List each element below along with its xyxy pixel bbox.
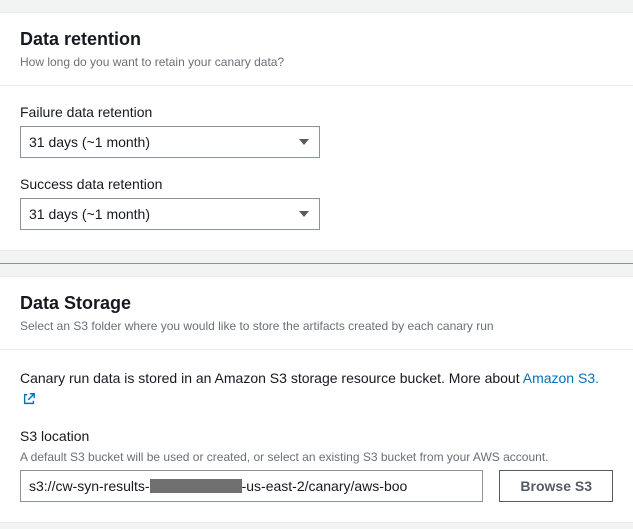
chevron-down-icon bbox=[299, 139, 309, 145]
data-retention-desc: How long do you want to retain your cana… bbox=[20, 54, 613, 71]
data-retention-header: Data retention How long do you want to r… bbox=[0, 13, 633, 86]
data-storage-desc: Select an S3 folder where you would like… bbox=[20, 318, 613, 335]
chevron-down-icon bbox=[299, 211, 309, 217]
success-retention-label: Success data retention bbox=[20, 176, 613, 192]
data-retention-title: Data retention bbox=[20, 29, 613, 50]
storage-intro-text: Canary run data is stored in an Amazon S… bbox=[20, 370, 523, 386]
success-retention-value: 31 days (~1 month) bbox=[29, 206, 150, 222]
s3-location-field: S3 location A default S3 bucket will be … bbox=[20, 428, 613, 502]
browse-s3-button[interactable]: Browse S3 bbox=[499, 470, 613, 502]
success-retention-select[interactable]: 31 days (~1 month) bbox=[20, 198, 320, 230]
data-storage-header: Data Storage Select an S3 folder where y… bbox=[0, 277, 633, 350]
s3-location-label: S3 location bbox=[20, 428, 613, 444]
failure-retention-value: 31 days (~1 month) bbox=[29, 134, 150, 150]
redacted-segment bbox=[150, 479, 242, 493]
s3-location-hint: A default S3 bucket will be used or crea… bbox=[20, 450, 613, 464]
success-retention-field: Success data retention 31 days (~1 month… bbox=[20, 176, 613, 230]
failure-retention-select[interactable]: 31 days (~1 month) bbox=[20, 126, 320, 158]
data-storage-panel: Data Storage Select an S3 folder where y… bbox=[0, 276, 633, 523]
data-storage-intro: Canary run data is stored in an Amazon S… bbox=[20, 368, 613, 410]
failure-retention-field: Failure data retention 31 days (~1 month… bbox=[20, 104, 613, 158]
s3-location-input[interactable]: s3://cw-syn-results--us-east-2/canary/aw… bbox=[20, 470, 483, 502]
failure-retention-label: Failure data retention bbox=[20, 104, 613, 120]
external-link-icon bbox=[22, 392, 36, 406]
data-storage-title: Data Storage bbox=[20, 293, 613, 314]
data-retention-panel: Data retention How long do you want to r… bbox=[0, 12, 633, 251]
